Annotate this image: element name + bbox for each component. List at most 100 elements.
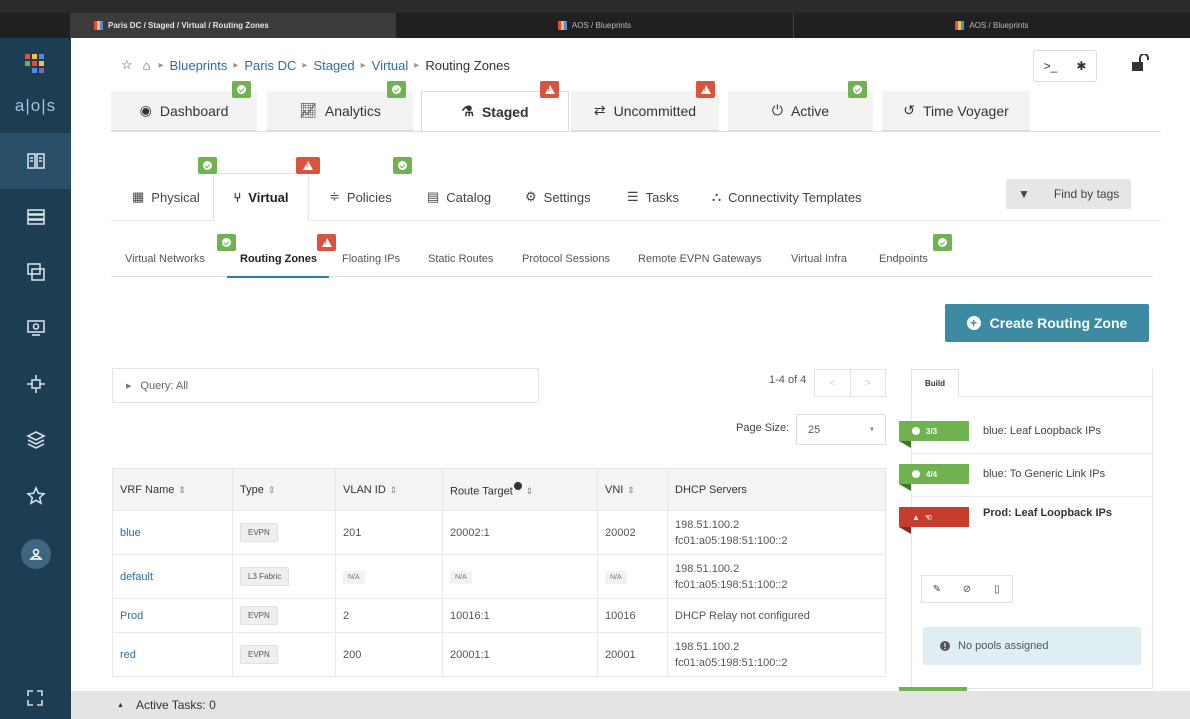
sort-icon: ⇕: [389, 484, 398, 495]
staged-subtabs: ▦ Physical ⑂ Virtual ≑ Policies ▤ Catalog ⚙ S…: [111, 173, 1161, 221]
column-header-vni[interactable]: VNI ⇕: [597, 468, 668, 511]
find-by-tags-button[interactable]: ▼ Find by tags: [1006, 179, 1131, 209]
catalog-icon: ▤: [427, 189, 440, 204]
physical-icon: ▦: [132, 189, 145, 204]
expand-icon[interactable]: [25, 688, 45, 708]
table-row: default L3 Fabric N/A N/A N/A 198.51.100…: [112, 554, 886, 599]
vlan-id: 201: [335, 510, 443, 555]
settings-icon: ⚙: [525, 189, 537, 204]
document-icon[interactable]: ▯: [982, 576, 1012, 602]
hierarchy-icon: ⛬: [712, 189, 722, 204]
vrf-name-link[interactable]: Prod: [112, 598, 233, 633]
breadcrumb-staged[interactable]: Staged: [313, 58, 354, 73]
routing-zones-table: VRF Name ⇕ Type ⇕ VLAN ID ⇕ Route Target ⇕ V…: [112, 468, 886, 677]
breadcrumb-blueprints[interactable]: Blueprints: [170, 58, 228, 73]
vni: N/A: [605, 570, 627, 584]
browser-tab[interactable]: AOS / Blueprints: [794, 13, 1190, 38]
tab-tasks[interactable]: ☰ Tasks: [627, 173, 679, 221]
status-ok-badge: [198, 157, 217, 174]
build-item[interactable]: 3/3 blue: Leaf Loopback IPs: [899, 412, 1153, 454]
tab-settings[interactable]: ⚙ Settings: [525, 173, 591, 221]
bug-icon[interactable]: ✱: [1076, 59, 1086, 73]
favorites-icon[interactable]: [0, 468, 71, 524]
edit-icon[interactable]: ✎: [922, 576, 952, 602]
caret-up-icon: ▲: [117, 701, 124, 709]
tab-time-voyager[interactable]: ↺ Time Voyager: [882, 91, 1030, 131]
info-icon: !: [940, 641, 950, 651]
vni: 20001: [597, 632, 668, 677]
build-actions: ✎ ⊘ ▯: [921, 575, 1013, 603]
dashboard-icon: ◉: [139, 102, 152, 118]
tab-virtual-infra[interactable]: Virtual Infra: [791, 253, 847, 265]
unlock-icon[interactable]: [1131, 53, 1151, 75]
star-icon[interactable]: ☆: [121, 57, 133, 73]
chevron-down-icon: ▼: [869, 426, 875, 433]
tab-protocol-sessions[interactable]: Protocol Sessions: [522, 253, 610, 265]
tab-catalog[interactable]: ▤ Catalog: [427, 173, 491, 221]
dhcp-servers: DHCP Relay not configured: [667, 598, 886, 633]
layers-icon[interactable]: [0, 412, 71, 468]
analytics-icon: 📈︎: [299, 102, 317, 118]
help-icon[interactable]: [513, 481, 522, 490]
column-header-route-target[interactable]: Route Target ⇕: [442, 468, 598, 511]
tab-connectivity-templates[interactable]: ⛬ Connectivity Templates: [712, 173, 862, 221]
create-routing-zone-button[interactable]: + Create Routing Zone: [945, 304, 1149, 342]
pagination: < >: [814, 369, 886, 397]
type-badge: EVPN: [240, 645, 278, 664]
next-page-icon[interactable]: >: [851, 370, 886, 396]
devices-icon[interactable]: [0, 189, 71, 245]
column-header-vlan-id[interactable]: VLAN ID ⇕: [335, 468, 443, 511]
build-item[interactable]: 4/4 blue: To Generic Link IPs: [899, 455, 1153, 497]
blueprints-icon[interactable]: [0, 133, 71, 189]
vlan-id: N/A: [343, 570, 365, 584]
table-row: blue EVPN 201 20002:1 20002 198.51.100.2…: [112, 510, 886, 555]
power-icon: ⏻: [771, 102, 783, 118]
tab-static-routes[interactable]: Static Routes: [428, 253, 493, 265]
breadcrumb-paris-dc[interactable]: Paris DC: [244, 58, 296, 73]
build-item-label: blue: To Generic Link IPs: [983, 468, 1106, 480]
vrf-name-link[interactable]: red: [112, 632, 233, 677]
sort-icon: ⇕: [178, 484, 186, 495]
tab-physical[interactable]: ▦ Physical: [132, 173, 200, 221]
resources-icon[interactable]: [0, 300, 71, 356]
external-systems-icon[interactable]: [0, 356, 71, 412]
tab-build[interactable]: Build: [911, 369, 959, 397]
no-pools-notice: ! No pools assigned: [923, 627, 1141, 665]
vrf-name-link[interactable]: default: [112, 554, 233, 599]
status-warning-badge: [540, 81, 559, 98]
tab-remote-evpn-gateways[interactable]: Remote EVPN Gateways: [638, 253, 762, 265]
route-target: N/A: [450, 570, 472, 584]
logo-text: a|o|s: [14, 96, 57, 115]
tab-virtual[interactable]: ⑂ Virtual: [213, 173, 309, 221]
active-tab-underline: [227, 276, 329, 278]
vrf-name-link[interactable]: blue: [112, 510, 233, 555]
tab-floating-ips[interactable]: Floating IPs: [342, 253, 400, 265]
build-item[interactable]: ▲ ☜ Prod: Leaf Loopback IPs: [899, 498, 1153, 540]
history-icon: ↺: [903, 102, 915, 118]
tab-endpoints[interactable]: Endpoints: [879, 253, 928, 265]
aos-logo-icon: [25, 54, 45, 74]
terminal-icon[interactable]: >_: [1044, 59, 1058, 73]
browser-tab[interactable]: AOS / Blueprints: [396, 13, 794, 38]
tab-virtual-networks[interactable]: Virtual Networks: [125, 253, 205, 265]
active-tasks-bar[interactable]: ▲ Active Tasks: 0: [71, 691, 1190, 719]
design-icon[interactable]: [0, 244, 71, 300]
page-size-select[interactable]: 25 ▼: [796, 414, 886, 445]
sidebar: a|o|s: [0, 38, 71, 719]
prev-page-icon[interactable]: <: [815, 370, 851, 396]
vni: 20002: [597, 510, 668, 555]
block-icon[interactable]: ⊘: [952, 576, 982, 602]
home-icon[interactable]: ⌂: [143, 58, 151, 73]
browser-tab-active[interactable]: Paris DC / Staged / Virtual / Routing Zo…: [70, 13, 396, 38]
tab-routing-zones[interactable]: Routing Zones: [240, 253, 317, 265]
status-ok-badge: [848, 81, 867, 98]
tab-policies[interactable]: ≑ Policies: [329, 173, 392, 221]
column-header-vrf-name[interactable]: VRF Name ⇕: [112, 468, 233, 511]
tasks-icon: ☰: [627, 189, 639, 204]
query-filter[interactable]: ▶ Query: All: [112, 368, 539, 403]
user-avatar-icon[interactable]: [21, 539, 51, 569]
aos-favicon-icon: [557, 21, 567, 30]
status-ok-badge: [933, 234, 952, 251]
breadcrumb-virtual[interactable]: Virtual: [372, 58, 409, 73]
column-header-type[interactable]: Type ⇕: [232, 468, 336, 511]
